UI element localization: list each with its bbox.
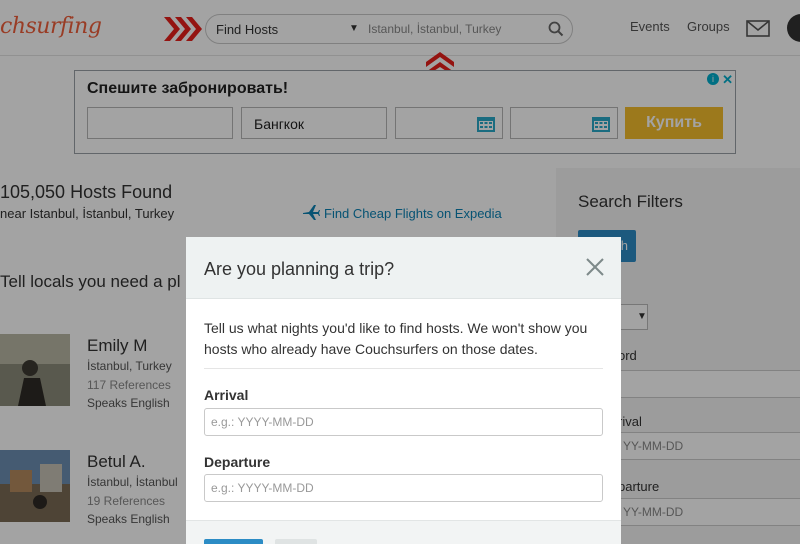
departure-date-input[interactable] — [204, 474, 603, 502]
close-icon[interactable] — [585, 257, 605, 277]
modal-description: Tell us what nights you'd like to find h… — [204, 320, 588, 357]
confirm-button[interactable] — [204, 539, 263, 544]
arrival-date-input[interactable] — [204, 408, 603, 436]
modal-footer — [186, 520, 621, 544]
modal-divider — [204, 368, 603, 369]
departure-label: Departure — [204, 454, 271, 470]
arrival-label: Arrival — [204, 387, 249, 403]
modal-header: Are you planning a trip? — [186, 237, 621, 299]
skip-button[interactable] — [275, 539, 317, 544]
modal-title: Are you planning a trip? — [204, 259, 395, 279]
trip-planning-modal: Are you planning a trip? Tell us what ni… — [186, 237, 621, 544]
